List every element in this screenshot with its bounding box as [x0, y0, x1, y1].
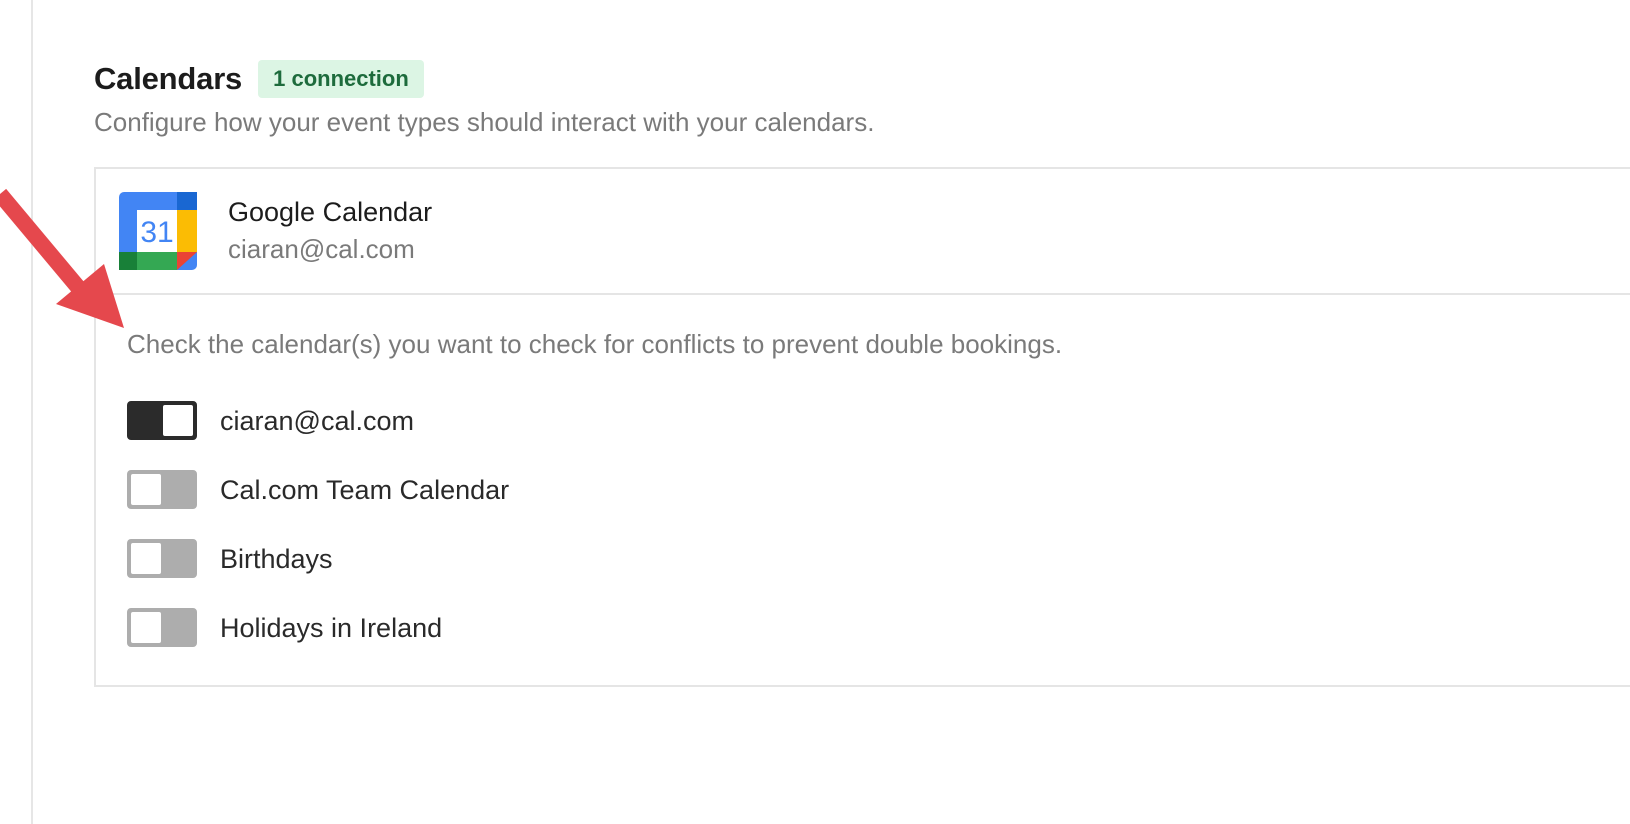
google-calendar-icon: 31 [119, 192, 197, 270]
calendar-label: Holidays in Ireland [220, 612, 443, 643]
integration-name: Google Calendar [228, 197, 433, 227]
calendar-label: Birthdays [220, 543, 333, 574]
page: Calendars 1 connection Configure how you… [0, 0, 1630, 824]
toggle-knob [163, 405, 193, 436]
calendar-toggle[interactable] [127, 470, 197, 509]
integration-card: 31 Google Calendar ciaran@cal.com Check … [94, 167, 1630, 687]
calendar-list: ciaran@cal.com Cal.com Team Calendar Bir… [127, 386, 1630, 662]
toggle-knob [131, 543, 161, 574]
calendar-toggle[interactable] [127, 401, 197, 440]
toggle-knob [131, 612, 161, 643]
calendar-row[interactable]: Holidays in Ireland [127, 593, 1630, 662]
section-title-row: Calendars 1 connection [94, 56, 1630, 102]
calendar-toggle[interactable] [127, 539, 197, 578]
calendar-row[interactable]: Birthdays [127, 524, 1630, 593]
integration-header: 31 Google Calendar ciaran@cal.com [96, 169, 1630, 295]
conflict-check-hint: Check the calendar(s) you want to check … [127, 329, 1063, 359]
calendar-row[interactable]: Cal.com Team Calendar [127, 455, 1630, 524]
calendar-label: ciaran@cal.com [220, 405, 414, 436]
calendar-label: Cal.com Team Calendar [220, 474, 510, 505]
connection-count-badge: 1 connection [258, 60, 424, 98]
toggle-knob [131, 474, 161, 505]
calendar-toggle[interactable] [127, 608, 197, 647]
svg-text:31: 31 [140, 216, 173, 249]
calendars-section: Calendars 1 connection Configure how you… [94, 56, 1630, 140]
calendar-row[interactable]: ciaran@cal.com [127, 386, 1630, 455]
section-title: Calendars [94, 61, 243, 96]
integration-text: Google Calendar ciaran@cal.com [228, 194, 432, 268]
conflict-check-panel: Check the calendar(s) you want to check … [96, 295, 1630, 662]
left-divider [31, 0, 33, 824]
integration-account: ciaran@cal.com [228, 234, 415, 264]
section-description: Configure how your event types should in… [94, 107, 875, 137]
